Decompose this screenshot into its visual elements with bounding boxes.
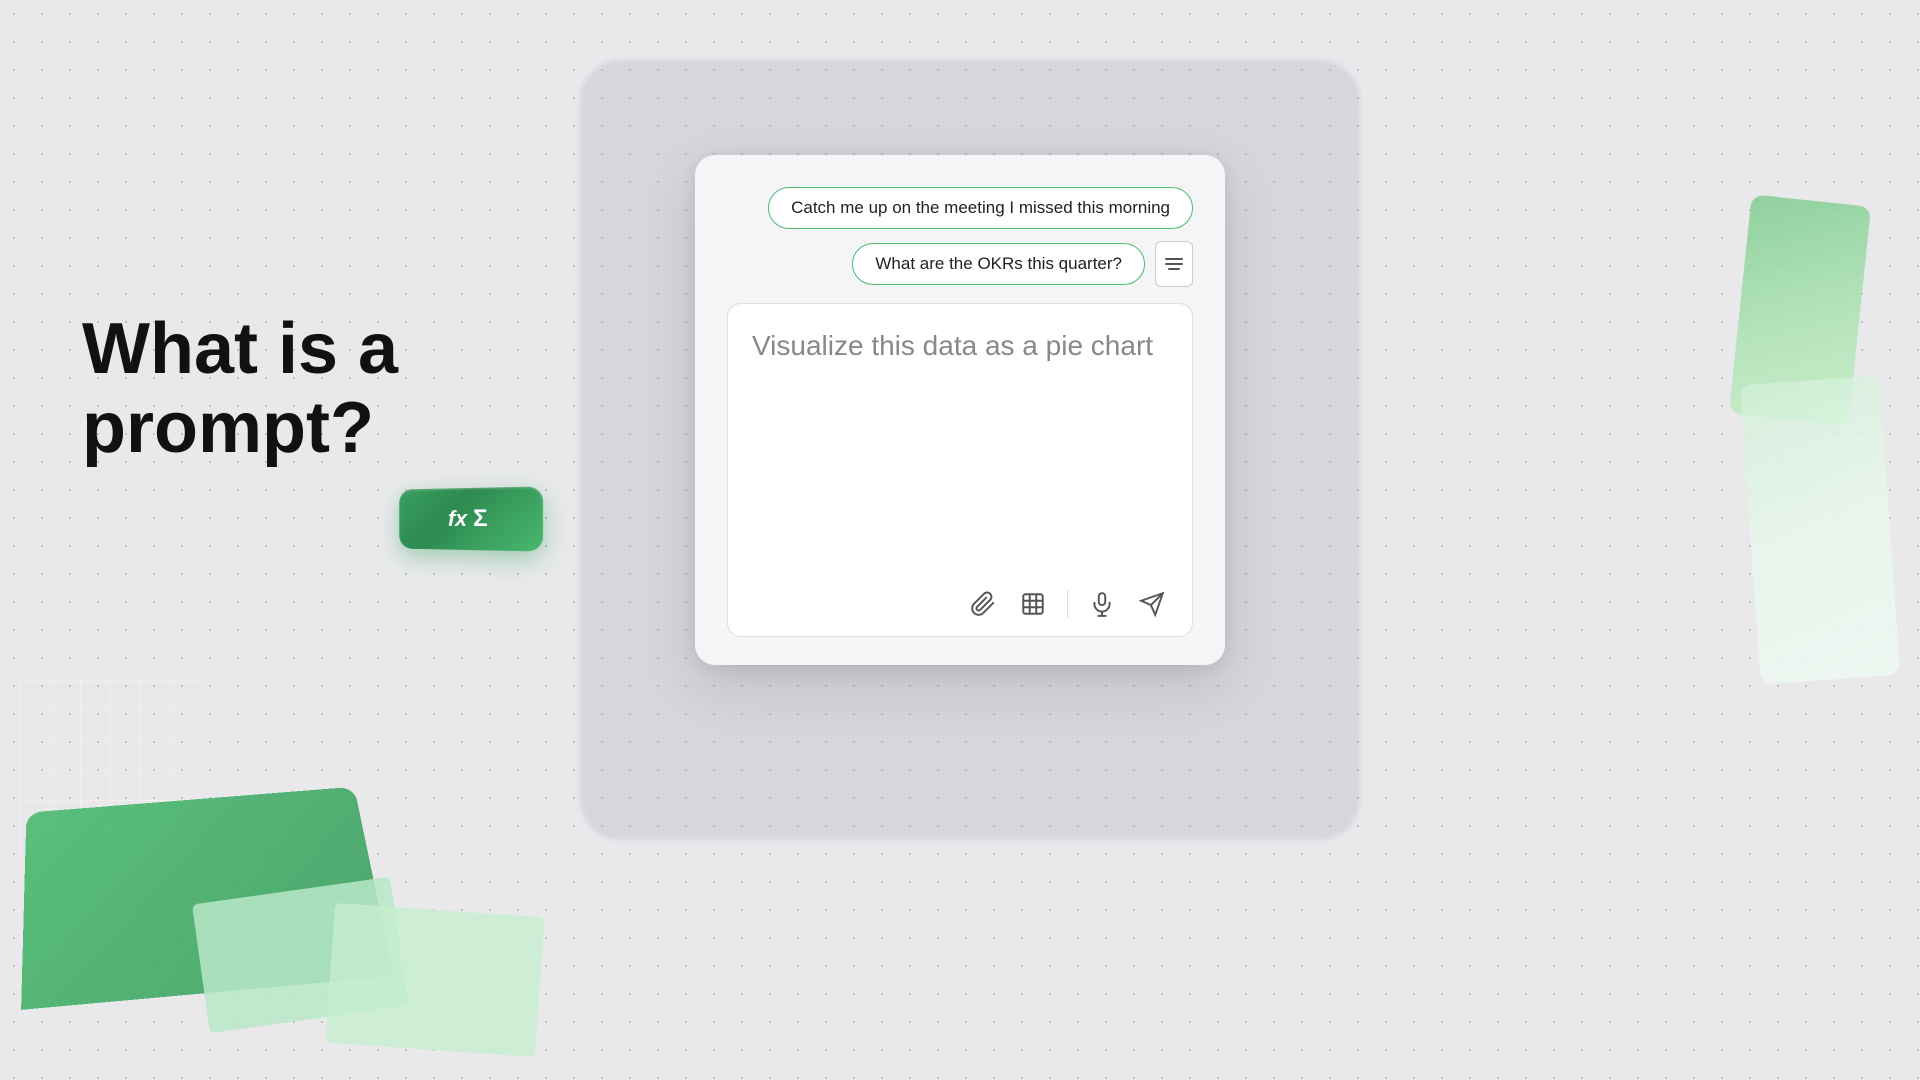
page-title: What is a prompt? xyxy=(82,310,642,468)
sticky-note-2 xyxy=(325,903,544,1057)
notebook-line-1 xyxy=(1165,258,1183,260)
input-action-bar xyxy=(752,588,1168,620)
microphone-icon[interactable] xyxy=(1086,588,1118,620)
action-divider xyxy=(1067,590,1068,618)
sigma-label: Σ xyxy=(473,505,488,533)
fx-label: fx xyxy=(448,506,467,532)
prompt-chip-2[interactable]: What are the OKRs this quarter? xyxy=(852,243,1145,285)
send-icon[interactable] xyxy=(1136,588,1168,620)
chat-input-area[interactable]: Visualize this data as a pie chart xyxy=(727,303,1193,637)
chat-card: Catch me up on the meeting I missed this… xyxy=(695,155,1225,665)
notebook-icon xyxy=(1155,241,1193,287)
table-icon[interactable] xyxy=(1017,588,1049,620)
attach-icon[interactable] xyxy=(967,588,999,620)
notebook-line-3 xyxy=(1168,268,1180,270)
input-placeholder-text: Visualize this data as a pie chart xyxy=(752,326,1168,365)
prompt-chip-1[interactable]: Catch me up on the meeting I missed this… xyxy=(768,187,1193,229)
notebook-line-2 xyxy=(1165,263,1183,265)
right-light-decoration xyxy=(1740,375,1901,684)
prompt-chips: Catch me up on the meeting I missed this… xyxy=(727,187,1193,287)
excel-formula-button[interactable]: fx Σ xyxy=(399,486,543,551)
prompt-chip-row-2: What are the OKRs this quarter? xyxy=(852,241,1193,287)
